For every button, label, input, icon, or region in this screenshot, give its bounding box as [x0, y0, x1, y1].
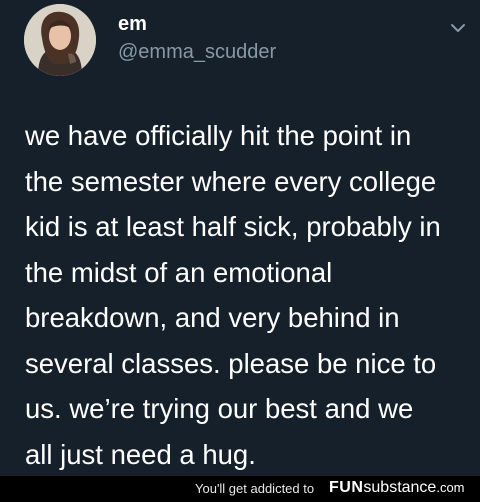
tweet-text-line: we have officially hit the point in	[25, 120, 412, 151]
footer-tagline: You'll get addicted to	[195, 481, 315, 496]
tweet-text-line: us. we’re trying our best and we	[25, 393, 414, 424]
brand-substance: substance	[363, 479, 437, 496]
tweet-text: we have officially hit the point in the …	[25, 113, 470, 477]
tweet-text-line: the semester where every college	[25, 165, 437, 197]
user-handle[interactable]: @emma_scudder	[118, 40, 276, 64]
tweet-card: em @emma_scudder we have officially hit …	[0, 0, 480, 476]
avatar[interactable]	[24, 4, 96, 76]
tweet-text-line: breakdown, and very behind in	[25, 302, 400, 333]
chevron-down-icon[interactable]	[450, 22, 466, 34]
brand-tld: .com	[436, 480, 465, 495]
tweet-text-line: the midst of an emotional	[25, 256, 333, 288]
watermark-footer: You'll get addicted to FUNsubstance.com	[0, 476, 480, 502]
footer-brand[interactable]: FUNsubstance.com	[329, 478, 465, 498]
avatar-photo	[24, 4, 96, 76]
tweet-text-line: several classes. please be nice to	[25, 347, 437, 379]
display-name[interactable]: em	[118, 12, 147, 36]
tweet-text-line: all just need a hug.	[25, 438, 256, 470]
tweet-text-line: kid is at least half sick, probably in	[25, 211, 441, 242]
brand-fun: FUN	[329, 479, 364, 496]
